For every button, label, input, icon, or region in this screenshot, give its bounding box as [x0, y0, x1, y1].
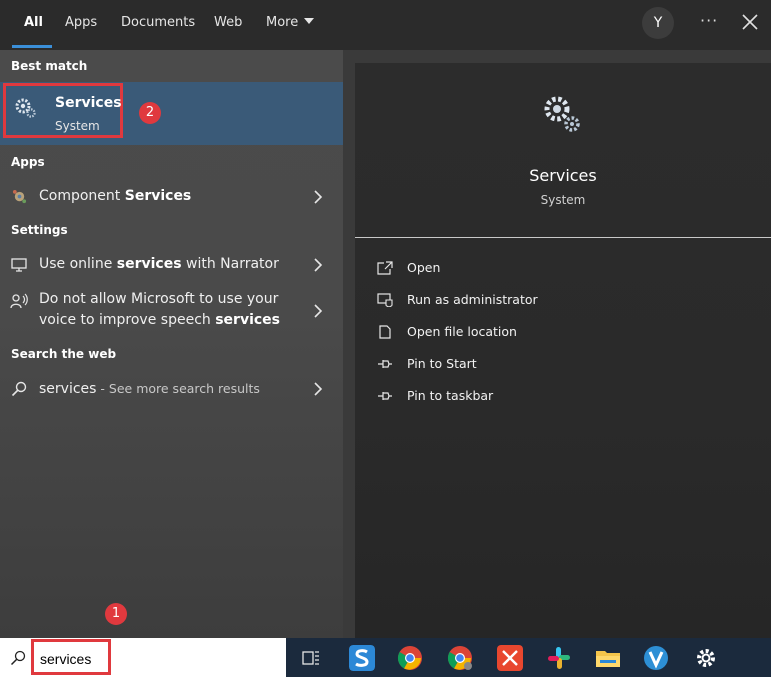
search-input[interactable]: services — [31, 639, 111, 675]
result-voice-speech-services[interactable]: Do not allow Microsoft to use your voice… — [0, 289, 343, 335]
section-search-web: Search the web — [11, 347, 117, 361]
component-services-icon — [12, 189, 27, 204]
search-icon — [11, 381, 27, 397]
caret-down-icon — [304, 18, 315, 24]
best-match-subtitle: System — [55, 119, 100, 133]
preview-subtitle: System — [540, 193, 586, 207]
file-location-icon — [379, 325, 391, 339]
xmind-icon[interactable] — [497, 645, 523, 671]
chevron-right-icon[interactable] — [313, 304, 323, 318]
best-match-item[interactable]: 2 — [0, 82, 343, 145]
settings-icon[interactable] — [693, 645, 719, 671]
section-apps: Apps — [11, 155, 45, 169]
section-settings: Settings — [11, 223, 68, 237]
tab-documents[interactable]: Documents — [121, 15, 195, 30]
result-label: Use online services with Narrator — [39, 256, 279, 272]
pin-icon — [378, 392, 392, 400]
services-gear-icon — [15, 98, 36, 118]
tab-more[interactable]: More — [266, 15, 315, 30]
services-gear-icon — [544, 96, 580, 132]
annotation-badge-1: 1 — [105, 603, 127, 625]
narrator-icon — [11, 258, 27, 272]
result-component-services[interactable]: Component Services — [0, 184, 343, 212]
speech-icon — [10, 293, 28, 309]
tab-all[interactable]: All — [24, 15, 43, 30]
chevron-right-icon[interactable] — [313, 190, 323, 204]
avatar[interactable]: Y — [642, 7, 674, 39]
task-view-icon[interactable] — [302, 649, 320, 667]
snagit-icon[interactable] — [349, 645, 375, 671]
chrome-icon[interactable] — [397, 645, 423, 671]
file-explorer-icon[interactable] — [595, 645, 621, 671]
shield-icon — [377, 293, 393, 307]
active-tab-indicator — [12, 45, 52, 48]
chrome-canary-icon[interactable] — [447, 645, 473, 671]
preview-title: Services — [529, 166, 597, 185]
search-icon — [10, 650, 26, 666]
section-best-match: Best match — [11, 59, 88, 73]
search-tab-bar: All Apps Documents Web More Y ··· — [0, 0, 771, 50]
result-label: services - See more search results — [39, 381, 260, 397]
tab-more-label: More — [266, 15, 299, 30]
result-web-search[interactable]: services - See more search results — [0, 377, 343, 405]
result-label: Component Services — [39, 188, 192, 204]
best-match-title: Services — [55, 95, 122, 111]
more-options-button[interactable]: ··· — [700, 11, 718, 30]
open-icon — [377, 261, 393, 275]
preview-pane: Services System Open Run as administrato… — [355, 63, 771, 638]
divider — [355, 237, 771, 238]
vpn-icon[interactable] — [643, 645, 669, 671]
result-online-services-narrator[interactable]: Use online services with Narrator — [0, 253, 343, 281]
slack-icon[interactable] — [546, 645, 572, 671]
tab-web[interactable]: Web — [214, 15, 242, 30]
taskbar-search-box[interactable]: services — [0, 638, 286, 677]
annotation-badge-2: 2 — [139, 102, 161, 124]
tab-apps[interactable]: Apps — [65, 15, 97, 30]
results-pane: Best match 2 Services System Apps Compon… — [0, 50, 343, 638]
pin-icon — [378, 360, 392, 368]
chevron-right-icon[interactable] — [313, 382, 323, 396]
taskbar: services — [0, 638, 771, 677]
chevron-right-icon[interactable] — [313, 258, 323, 272]
close-icon[interactable] — [741, 13, 759, 31]
result-label: Do not allow Microsoft to use your voice… — [39, 291, 281, 328]
